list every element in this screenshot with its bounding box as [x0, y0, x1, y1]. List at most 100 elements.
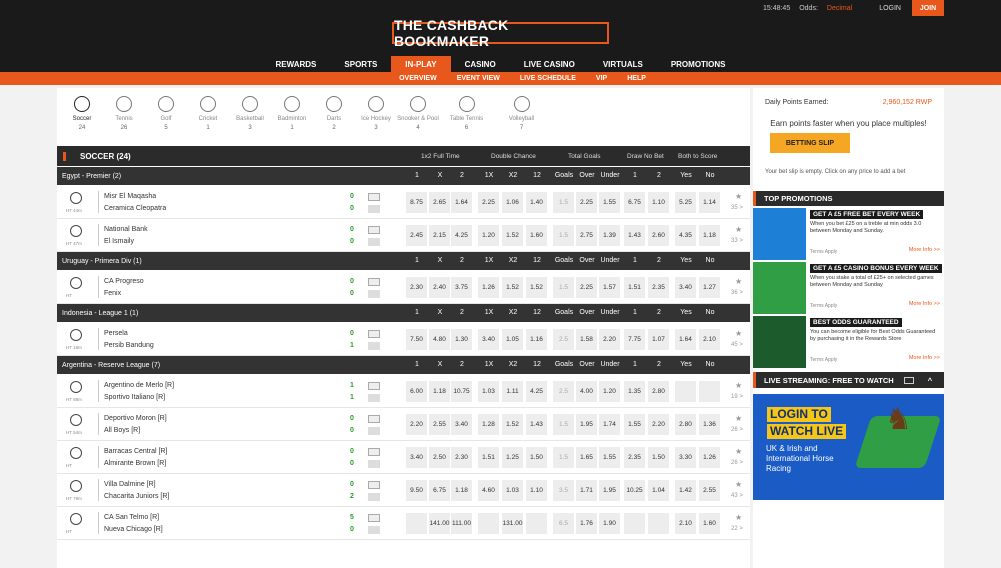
odds-button[interactable]: 1.65	[576, 447, 597, 468]
odds-button[interactable]: 1.18	[699, 225, 720, 246]
odds-button[interactable]: 3.30	[675, 447, 696, 468]
odds-button[interactable]: 1.04	[648, 480, 669, 501]
odds-button[interactable]: 1.07	[648, 329, 669, 350]
odds-button[interactable]: 4.00	[576, 381, 597, 402]
odds-button[interactable]: 2.45	[406, 225, 427, 246]
odds-button[interactable]: 1.50	[526, 447, 547, 468]
live-stats-icon[interactable]	[368, 226, 380, 234]
odds-button[interactable]: 1.57	[599, 277, 620, 298]
odds-button[interactable]: 1.18	[451, 480, 472, 501]
odds-button[interactable]: 1.36	[699, 414, 720, 435]
home-team[interactable]: Persela	[104, 328, 154, 340]
odds-button[interactable]: 6.75	[429, 480, 450, 501]
odds-button[interactable]: 7.50	[406, 329, 427, 350]
odds-button[interactable]: 1.60	[699, 513, 720, 534]
home-team[interactable]: Misr El Maqasha	[104, 191, 166, 203]
odds-button[interactable]: 1.51	[478, 447, 499, 468]
odds-button[interactable]: 111.00	[451, 513, 472, 534]
odds-button[interactable]: 7.75	[624, 329, 645, 350]
more-markets-link[interactable]: 19 >	[731, 394, 743, 400]
odds-button[interactable]: 1.30	[451, 329, 472, 350]
odds-button[interactable]: 6.75	[624, 192, 645, 213]
odds-button[interactable]: 1.14	[699, 192, 720, 213]
home-team[interactable]: Barracas Central [R]	[104, 446, 167, 458]
odds-button[interactable]: 1.42	[675, 480, 696, 501]
odds-button[interactable]: 1.52	[526, 277, 547, 298]
sport-tab-table-tennis[interactable]: Table Tennis 6	[439, 88, 494, 144]
odds-button[interactable]: 2.75	[576, 225, 597, 246]
sport-tab-golf[interactable]: Golf 5	[145, 88, 187, 144]
odds-button[interactable]: 1.10	[648, 192, 669, 213]
favourite-star-icon[interactable]: ★	[735, 381, 742, 390]
odds-button[interactable]: 1.05	[502, 329, 523, 350]
match-row[interactable]: HT 54m Deportivo Moron [R] All Boys [R] 0 0 2…	[57, 408, 750, 441]
stream-icon[interactable]	[368, 526, 380, 534]
match-row[interactable]: HT 47m National Bank El Ismaily 0 0 2.45 2.15 4…	[57, 219, 750, 252]
odds-button[interactable]: 1.5	[553, 225, 574, 246]
more-info-link[interactable]: More Info >>	[909, 301, 940, 307]
odds-button[interactable]: 2.80	[675, 414, 696, 435]
nav-item-rewards[interactable]: REWARDS	[262, 56, 331, 72]
odds-button[interactable]: 2.25	[576, 277, 597, 298]
favourite-star-icon[interactable]: ★	[735, 329, 742, 338]
nav-item-virtuals[interactable]: VIRTUALS	[589, 56, 657, 72]
sport-tab-snooker-pool[interactable]: Snooker & Pool 4	[397, 88, 439, 144]
live-stats-icon[interactable]	[368, 193, 380, 201]
odds-button[interactable]: 1.39	[599, 225, 620, 246]
match-row[interactable]: HT CA Progreso Fenix 0 0 2.30 2.40 3.75 1.26 1.52…	[57, 271, 750, 304]
odds-button[interactable]: 1.58	[576, 329, 597, 350]
odds-button[interactable]: 2.35	[648, 277, 669, 298]
odds-button[interactable]: 2.20	[648, 414, 669, 435]
odds-button[interactable]: 2.20	[406, 414, 427, 435]
favourite-star-icon[interactable]: ★	[735, 414, 742, 423]
odds-button[interactable]: 1.5	[553, 277, 574, 298]
favourite-star-icon[interactable]: ★	[735, 192, 742, 201]
odds-button[interactable]: 4.35	[675, 225, 696, 246]
odds-button[interactable]: 2.30	[406, 277, 427, 298]
odds-button[interactable]: 1.71	[576, 480, 597, 501]
odds-button[interactable]: 1.74	[599, 414, 620, 435]
live-stats-icon[interactable]	[368, 330, 380, 338]
sport-tab-cricket[interactable]: Cricket 1	[187, 88, 229, 144]
odds-button[interactable]: 1.95	[576, 414, 597, 435]
sport-tab-ice-hockey[interactable]: Ice Hockey 3	[355, 88, 397, 144]
nav-item-live-casino[interactable]: LIVE CASINO	[510, 56, 589, 72]
promo-card[interactable]: GET A £5 FREE BET EVERY WEEK When you bet…	[753, 208, 944, 260]
odds-button[interactable]: 3.75	[451, 277, 472, 298]
odds-button[interactable]: 6.00	[406, 381, 427, 402]
subnav-item-live-schedule[interactable]: LIVE SCHEDULE	[510, 72, 586, 85]
live-stats-icon[interactable]	[368, 481, 380, 489]
promo-card[interactable]: GET A £5 CASINO BONUS EVERY WEEK When you…	[753, 262, 944, 314]
odds-button[interactable]: 1.16	[526, 329, 547, 350]
away-team[interactable]: Fenix	[104, 288, 144, 300]
more-markets-link[interactable]: 26 >	[731, 460, 743, 466]
away-team[interactable]: El Ismaily	[104, 236, 148, 248]
more-markets-link[interactable]: 36 >	[731, 290, 743, 296]
odds-button[interactable]: 4.80	[429, 329, 450, 350]
odds-button[interactable]: 1.64	[675, 329, 696, 350]
terms-link[interactable]: Terms Apply	[810, 249, 837, 255]
away-team[interactable]: Nueva Chicago [R]	[104, 524, 163, 536]
odds-button[interactable]: 1.76	[576, 513, 597, 534]
away-team[interactable]: All Boys [R]	[104, 425, 167, 437]
away-team[interactable]: Persib Bandung	[104, 340, 154, 352]
login-link[interactable]: LOGIN	[879, 5, 901, 12]
terms-link[interactable]: Terms Apply	[810, 303, 837, 309]
odds-button[interactable]: 6.5	[553, 513, 574, 534]
odds-button[interactable]: 3.40	[675, 277, 696, 298]
odds-button[interactable]: 4.25	[526, 381, 547, 402]
sport-tab-soccer[interactable]: Soccer 24	[61, 88, 103, 144]
promo-card[interactable]: BEST ODDS GUARANTEED You can become eligi…	[753, 316, 944, 368]
subnav-item-help[interactable]: HELP	[617, 72, 656, 85]
odds-button[interactable]: 1.11	[502, 381, 523, 402]
odds-button[interactable]: 1.20	[478, 225, 499, 246]
away-team[interactable]: Chacarita Juniors [R]	[104, 491, 169, 503]
join-button[interactable]: JOIN	[912, 0, 944, 16]
odds-button[interactable]: 4.25	[451, 225, 472, 246]
more-info-link[interactable]: More Info >>	[909, 247, 940, 253]
odds-button[interactable]: 1.43	[526, 414, 547, 435]
odds-button[interactable]: 1.18	[429, 381, 450, 402]
match-row[interactable]: HT CA San Telmo [R] Nueva Chicago [R] 5 0 141…	[57, 507, 750, 540]
subnav-item-vip[interactable]: VIP	[586, 72, 617, 85]
odds-button[interactable]: 1.26	[478, 277, 499, 298]
